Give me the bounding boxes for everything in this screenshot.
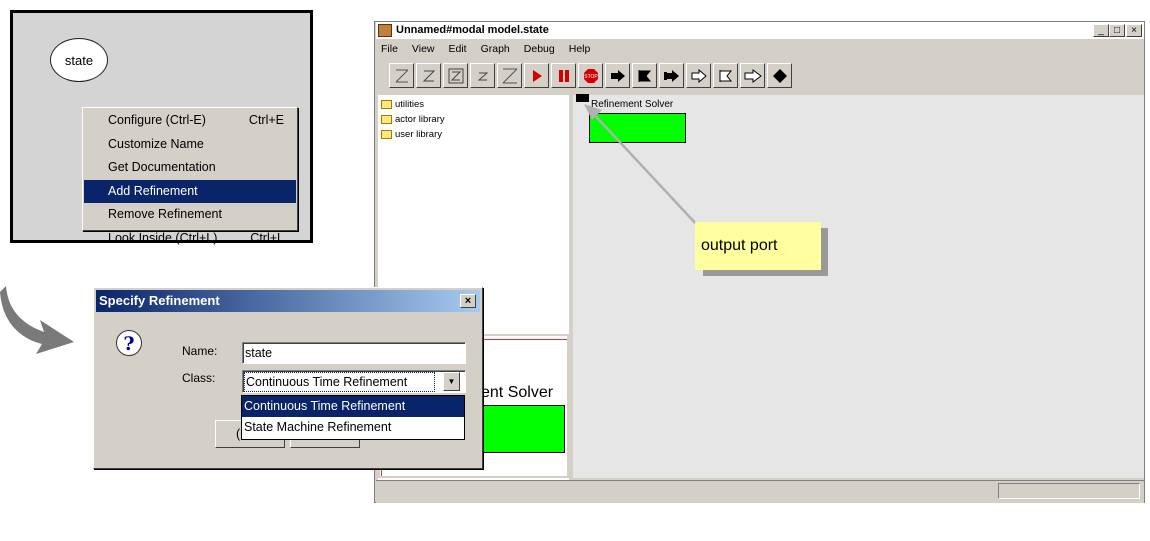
menu-item-label: Configure (Ctrl-E) (108, 113, 206, 127)
stop-icon[interactable]: STOP (578, 63, 603, 88)
toolbar: STOP (376, 60, 1144, 93)
close-button[interactable]: × (1126, 24, 1142, 37)
name-label: Name: (182, 344, 218, 358)
port-out-icon[interactable] (632, 63, 657, 88)
menu-item-label: Look Inside (Ctrl+L) (108, 230, 218, 245)
folder-icon (381, 100, 392, 109)
class-combo-value: Continuous Time Refinement (244, 372, 435, 392)
chevron-down-icon[interactable]: ▼ (443, 372, 460, 391)
zoom-reset-icon[interactable] (389, 63, 414, 88)
menu-help[interactable]: Help (569, 43, 591, 55)
minimize-button[interactable]: _ (1093, 24, 1109, 37)
menu-item-label: Add Refinement (108, 183, 198, 198)
maximize-button[interactable]: □ (1109, 24, 1125, 37)
multiport-inout-icon[interactable] (740, 63, 765, 88)
class-combo[interactable]: Continuous Time Refinement (242, 370, 466, 393)
menu-item-get-documentation[interactable]: Get Documentation (84, 156, 296, 180)
run-icon[interactable] (524, 63, 549, 88)
window-title: Unnamed#modal model.state (396, 24, 549, 36)
specify-refinement-dialog: Specify Refinement × ? Name: state Class… (93, 287, 483, 469)
state-node[interactable]: state (50, 38, 108, 82)
multiport-out-icon[interactable] (713, 63, 738, 88)
port-inout-icon[interactable] (659, 63, 684, 88)
menu-edit[interactable]: Edit (449, 43, 467, 55)
overview-actor-box (483, 405, 565, 453)
svg-text:STOP: STOP (584, 74, 598, 80)
menu-bar: File View Edit Graph Debug Help (376, 41, 1144, 58)
menu-debug[interactable]: Debug (524, 43, 555, 55)
state-node-label: state (64, 52, 94, 68)
menu-item-label: Remove Refinement (108, 207, 222, 222)
curved-arrow-down-icon (0, 286, 74, 354)
menu-item-add-refinement[interactable]: Add Refinement (84, 179, 296, 204)
dropdown-option-state-machine[interactable]: State Machine Refinement (242, 417, 464, 438)
question-icon: ? (116, 330, 142, 356)
dialog-title-bar: Specify Refinement (96, 290, 480, 312)
menu-view[interactable]: View (412, 43, 435, 55)
menu-item-look-inside[interactable]: Look Inside (Ctrl+L) Ctrl+L (84, 227, 296, 251)
pause-icon[interactable] (551, 63, 576, 88)
menu-item-label: Customize Name (108, 136, 204, 151)
tree-item-actor-library[interactable]: actor library (381, 114, 445, 126)
menu-item-remove-refinement[interactable]: Remove Refinement (84, 203, 296, 227)
dialog-title: Specify Refinement (99, 293, 220, 308)
context-menu: Configure (Ctrl-E) Ctrl+E Customize Name… (82, 107, 298, 245)
port-in-icon[interactable] (605, 63, 630, 88)
zoom-in-icon[interactable] (416, 63, 441, 88)
dialog-close-button[interactable]: × (460, 294, 476, 308)
menu-graph[interactable]: Graph (481, 43, 510, 55)
window-title-bar: Unnamed#modal model.state (376, 22, 1144, 39)
class-dropdown-list: Continuous Time Refinement State Machine… (241, 395, 465, 440)
tree-item-utilities[interactable]: utilities (381, 99, 424, 111)
dropdown-option-continuous-time[interactable]: Continuous Time Refinement (242, 396, 464, 417)
app-icon (378, 24, 392, 37)
menu-item-configure[interactable]: Configure (Ctrl-E) Ctrl+E (84, 109, 296, 133)
name-input[interactable]: state (242, 342, 466, 364)
menu-item-accel: Ctrl+L (250, 230, 284, 245)
status-field (998, 483, 1140, 499)
multiport-in-icon[interactable] (686, 63, 711, 88)
callout-pointer (584, 104, 699, 227)
line-icon[interactable] (497, 63, 522, 88)
close-icon: × (464, 295, 472, 307)
folder-icon (381, 130, 392, 139)
menu-item-label: Get Documentation (108, 160, 216, 175)
menu-file[interactable]: File (381, 43, 398, 55)
output-port-callout: output port (695, 222, 821, 270)
relation-icon[interactable] (767, 63, 792, 88)
zoom-out-icon[interactable] (470, 63, 495, 88)
folder-icon (381, 115, 392, 124)
class-label: Class: (182, 371, 216, 385)
overview-actor-label: ent Solver (481, 384, 554, 401)
zoom-fit-icon[interactable] (443, 63, 468, 88)
menu-item-accel: Ctrl+E (248, 113, 284, 127)
menu-item-customize-name[interactable]: Customize Name (84, 133, 296, 157)
tree-item-user-library[interactable]: user library (381, 129, 442, 141)
